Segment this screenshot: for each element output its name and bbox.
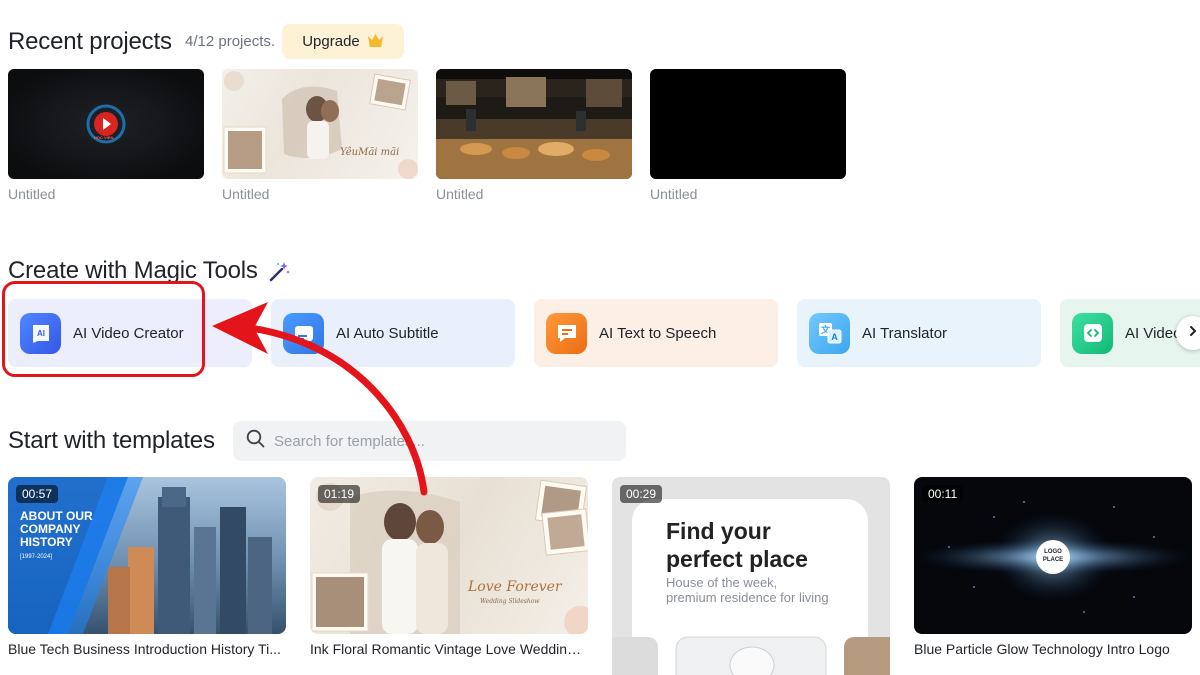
project-title: Untitled	[436, 186, 484, 202]
search-input[interactable]	[274, 432, 594, 450]
project-title: Untitled	[8, 186, 56, 202]
crown-icon	[367, 33, 384, 51]
upgrade-button[interactable]: Upgrade	[282, 24, 404, 59]
project-card[interactable]: Untitled	[436, 69, 632, 202]
template-overlay-small: [1997-2024]	[20, 554, 53, 560]
translate-icon: 文A	[809, 312, 850, 354]
room-photos-image	[612, 636, 890, 675]
tool-label: AI Auto Subtitle	[336, 324, 439, 342]
project-thumbnail[interactable]: YêuMãi mãi	[222, 69, 418, 179]
project-thumbnail[interactable]	[650, 69, 846, 179]
template-search[interactable]	[233, 421, 626, 461]
tool-label: AI Video	[1125, 324, 1182, 342]
template-title: Blue Tech Business Introduction History …	[8, 641, 281, 657]
project-logo-icon	[86, 104, 126, 144]
template-card[interactable]: Love Forever Wedding Slideshow 01:19 Ink…	[310, 477, 588, 657]
template-card[interactable]: LOGO PLACE 00:11 Blue Particle Glow Tech…	[914, 477, 1192, 657]
logo-placeholder-text: PLACE	[1042, 557, 1064, 563]
project-thumbnail[interactable]: HOC VIEN	[8, 69, 204, 179]
search-icon	[246, 429, 265, 453]
project-card[interactable]: Untitled	[650, 69, 846, 202]
highlight-box	[2, 281, 205, 377]
template-overlay-line: HISTORY	[20, 535, 73, 549]
template-overlay-small: Wedding Slideshow	[480, 598, 540, 605]
tool-ai-text-to-speech[interactable]: AI Text to Speech	[534, 299, 778, 367]
project-overlay-text: YêuMãi mãi	[340, 147, 400, 158]
project-title: Untitled	[222, 186, 270, 202]
svg-text:A: A	[831, 332, 838, 342]
project-card[interactable]: HOC VIEN Untitled	[8, 69, 204, 202]
template-thumbnail[interactable]: Find your perfect place House of the wee…	[612, 477, 890, 675]
bakery-shop-image	[436, 69, 632, 179]
template-title: Ink Floral Romantic Vintage Love Wedding…	[310, 641, 588, 657]
duration-badge: 00:11	[922, 485, 964, 503]
template-title: Blue Particle Glow Technology Intro Logo	[914, 641, 1170, 657]
duration-badge: 00:57	[16, 485, 59, 503]
tool-ai-auto-subtitle[interactable]: AI Auto Subtitle	[271, 299, 515, 367]
duration-badge: 00:29	[620, 485, 663, 503]
tool-ai-translator[interactable]: 文A AI Translator	[797, 299, 1041, 367]
tool-label: AI Text to Speech	[599, 324, 717, 342]
template-card[interactable]: Find your perfect place House of the wee…	[612, 477, 890, 675]
template-thumbnail[interactable]: Love Forever Wedding Slideshow 01:19	[310, 477, 588, 634]
template-thumbnail[interactable]: LOGO PLACE 00:11	[914, 477, 1192, 634]
duration-badge: 01:19	[318, 485, 361, 503]
recent-projects-title: Recent projects	[8, 28, 172, 55]
project-thumbnail[interactable]	[436, 69, 632, 179]
tool-label: AI Translator	[862, 324, 948, 342]
template-thumbnail[interactable]: ABOUT OUR COMPANY HISTORY [1997-2024] 00…	[8, 477, 286, 634]
upgrade-label: Upgrade	[302, 33, 360, 50]
magic-wand-icon	[268, 261, 290, 288]
wedding-photo-image	[223, 71, 418, 179]
project-title: Untitled	[650, 186, 698, 202]
subtitle-icon	[283, 312, 324, 354]
templates-title: Start with templates	[8, 427, 215, 454]
project-logo-text: HOC VIEN	[94, 135, 114, 140]
chevron-right-icon	[1187, 324, 1199, 342]
logo-placeholder-text: LOGO	[1044, 549, 1062, 555]
project-count: 4/12 projects.	[185, 33, 276, 50]
code-icon	[1072, 312, 1113, 354]
template-overlay-text: Love Forever	[468, 579, 562, 595]
project-card[interactable]: YêuMãi mãi Untitled	[222, 69, 418, 202]
template-card[interactable]: ABOUT OUR COMPANY HISTORY [1997-2024] 00…	[8, 477, 286, 657]
speech-bubble-icon	[546, 312, 587, 354]
